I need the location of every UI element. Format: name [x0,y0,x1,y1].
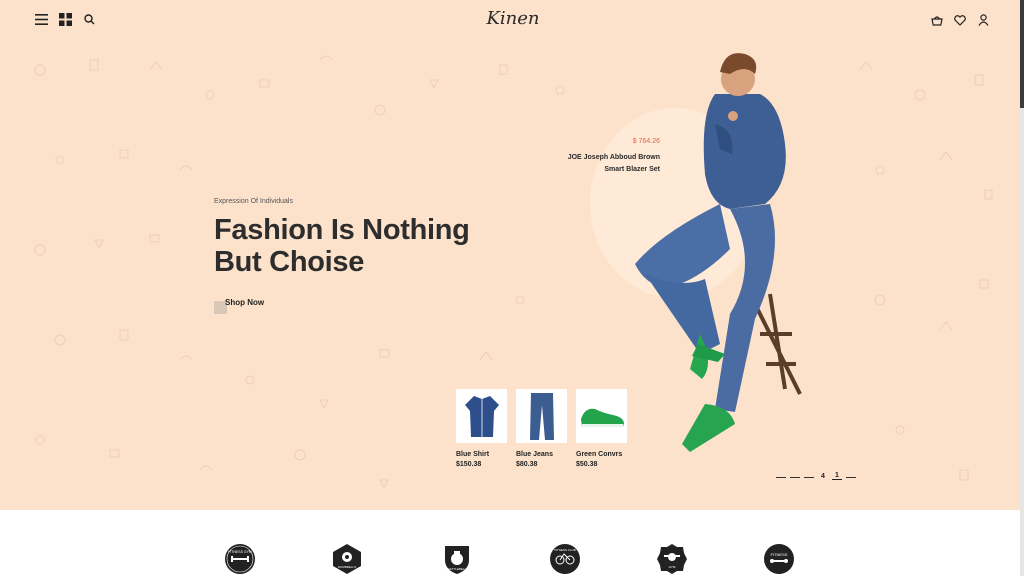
product-card[interactable]: Blue Jeans $80.38 [516,389,567,468]
scrollbar-thumb[interactable] [1020,0,1024,108]
shop-now-button[interactable]: Shop Now [214,298,264,314]
brand-logo[interactable]: FITNESS GYM [223,542,257,576]
brand-logo[interactable]: KETTLEBELL [440,542,474,576]
brand-text: KETTLEBELL [448,567,467,571]
brand-text: FITNESS GYM [228,550,252,554]
pager-next[interactable]: 1 [832,472,842,480]
brand-text: FITNESS [771,552,788,557]
brand-logo[interactable]: GYM [655,542,689,576]
menu-icon[interactable] [34,12,48,26]
pager-dash[interactable] [846,477,856,478]
hero-eyebrow: Expression Of Individuals [214,198,293,205]
site-logo[interactable]: Kinen [478,8,548,29]
product-card[interactable]: Blue Shirt $150.38 [456,389,507,468]
brand-text: GYM [669,565,676,569]
topbar-left [34,12,96,26]
product-name[interactable]: Green Convrs [576,451,627,458]
shirt-icon [464,396,499,437]
hero-banner: Kinen Expression Of Individuals Fashion … [0,0,1020,510]
jeans-icon [529,393,554,440]
basket-icon[interactable] [930,13,944,27]
page: Kinen Expression Of Individuals Fashion … [0,0,1024,576]
model-image [635,53,802,452]
product-name[interactable]: Blue Jeans [516,451,567,458]
brand-text: FITNESS CLUB [554,548,576,552]
product-name[interactable]: Blue Shirt [456,451,507,458]
headline-line-2: But Choise [214,246,365,278]
heart-icon[interactable] [953,13,967,27]
product-thumb-sneakers[interactable] [576,389,627,443]
hero-headline: Fashion Is Nothing But Choise [214,214,514,278]
user-icon[interactable] [976,13,990,27]
search-icon[interactable] [82,12,96,26]
product-price: $80.38 [516,461,538,468]
brand-logos: FITNESS GYM DUMBBELLS KETTLEBELL FITNESS… [0,510,1020,576]
pager-dash[interactable] [790,477,800,478]
product-card[interactable]: Green Convrs $50.38 [576,389,627,468]
brand-text: DUMBBELLS [338,565,356,569]
topbar-right [930,13,990,27]
product-strip: Blue Shirt $150.38 Blue Jeans $80.38 Gre… [456,389,627,468]
grid-icon[interactable] [58,12,72,26]
slider-pagination: 4 1 [776,472,856,480]
product-price: $150.38 [456,461,482,468]
headline-line-1: Fashion Is Nothing [214,214,470,246]
pager-dash[interactable] [776,477,786,478]
shop-now-label: Shop Now [225,298,265,307]
sneaker-icon [580,408,624,427]
pager-dash[interactable] [804,477,814,478]
brand-logo[interactable]: FITNESS CLUB [548,542,582,576]
pager-current[interactable]: 4 [818,473,828,480]
brand-logo[interactable]: DUMBBELLS [330,542,364,576]
brand-logo[interactable]: FITNESS [762,542,796,576]
product-thumb-shirt[interactable] [456,389,507,443]
product-thumb-jeans[interactable] [516,389,567,443]
product-price: $50.38 [576,461,598,468]
